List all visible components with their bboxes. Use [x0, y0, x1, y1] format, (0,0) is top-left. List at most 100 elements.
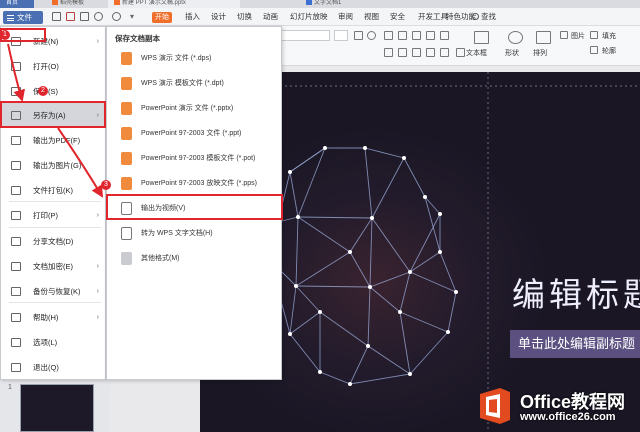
- text-direction-icon[interactable]: [456, 48, 465, 57]
- save-icon: [11, 87, 21, 96]
- submenu-item[interactable]: PowerPoint 演示 文件 (*.pptx): [107, 97, 281, 121]
- image-export-icon: [11, 161, 21, 170]
- chevron-right-icon: ›: [96, 314, 99, 321]
- tab-docer-templates[interactable]: 稻壳模板: [46, 0, 94, 8]
- docer-icon: [52, 0, 58, 5]
- line-spacing-icon[interactable]: [440, 31, 449, 40]
- font-size-field[interactable]: [334, 30, 348, 41]
- exit-icon: [11, 363, 21, 372]
- submenu-item[interactable]: WPS 演示 模板文件 (*.dpt): [107, 72, 281, 96]
- bullet-list-icon[interactable]: [384, 31, 393, 40]
- file-menu-item[interactable]: 打开(O): [1, 54, 105, 79]
- file-menu-item[interactable]: 文件打包(K) ›: [1, 178, 105, 203]
- file-menu-item-label: 帮助(H): [33, 313, 59, 322]
- fill-button[interactable]: 填充: [602, 31, 616, 41]
- file-menu-item[interactable]: 输出为图片(G): [1, 153, 105, 178]
- pdf-export-icon[interactable]: [66, 12, 75, 21]
- shape-button[interactable]: 形状: [505, 48, 519, 58]
- pdf-icon: [11, 136, 21, 145]
- indent-icon[interactable]: [412, 31, 421, 40]
- submenu-item[interactable]: PowerPoint 97-2003 放映文件 (*.pps): [107, 172, 281, 196]
- watermark-url: www.office26.com: [520, 411, 616, 423]
- clear-format-icon[interactable]: [367, 31, 376, 40]
- shape-icon[interactable]: [508, 31, 523, 44]
- fill-icon[interactable]: [590, 31, 598, 39]
- file-menu-item[interactable]: 退出(Q): [1, 355, 105, 380]
- submenu-item[interactable]: 转为 WPS 文字文档(H): [107, 222, 281, 246]
- tab-start[interactable]: 开始: [152, 12, 172, 23]
- numbered-list-icon[interactable]: [398, 31, 407, 40]
- align-right-icon[interactable]: [412, 48, 421, 57]
- file-menu-item[interactable]: 文档加密(E) ›: [1, 254, 105, 279]
- image-icon[interactable]: [560, 31, 568, 39]
- file-menu-item[interactable]: 备份与恢复(K) ›: [1, 279, 105, 304]
- print-icon[interactable]: [80, 12, 89, 21]
- tab-active-presentation[interactable]: 新建 PPT 演示文稿.pptx: [108, 0, 240, 8]
- file-menu-item-label: 选项(L): [33, 338, 58, 347]
- textbox-icon[interactable]: [474, 31, 489, 44]
- tab-slideshow[interactable]: 幻灯片放映: [290, 8, 328, 26]
- distribute-icon[interactable]: [440, 48, 449, 57]
- undo-icon[interactable]: [94, 12, 103, 21]
- tab-developer-tools[interactable]: 开发工具: [418, 8, 448, 26]
- file-menu-item[interactable]: 打印(P) ›: [1, 203, 105, 228]
- file-menu-item-label: 打印(P): [33, 211, 58, 220]
- file-menu-item-label: 备份与恢复(K): [33, 287, 81, 296]
- dpt-file-icon: [121, 77, 132, 90]
- chevron-down-icon[interactable]: ▾: [130, 12, 139, 21]
- submenu-item[interactable]: PowerPoint 97-2003 模板文件 (*.pot): [107, 147, 281, 171]
- file-menu-item-label: 输出为PDF(F): [33, 136, 81, 145]
- tab-security[interactable]: 安全: [390, 8, 405, 26]
- tab-transition[interactable]: 切换: [237, 8, 252, 26]
- presentation-icon: [114, 0, 120, 5]
- annotation-step-3: 3: [101, 180, 111, 190]
- file-menu-item[interactable]: 分享文档(D): [1, 229, 105, 254]
- outline-button[interactable]: 轮廓: [602, 46, 616, 56]
- slide-thumbnail[interactable]: [20, 384, 94, 432]
- office26-watermark: Office教程网 www.office26.com: [474, 384, 640, 430]
- textbox-button[interactable]: 文本框: [466, 48, 487, 58]
- open-folder-icon: [11, 62, 21, 71]
- chevron-right-icon: ›: [96, 212, 99, 219]
- outdent-icon[interactable]: [426, 31, 435, 40]
- file-menu-item[interactable]: 选项(L): [1, 330, 105, 355]
- submenu-item[interactable]: WPS 演示 文件 (*.dps): [107, 47, 281, 71]
- redo-icon[interactable]: [112, 12, 121, 21]
- annotation-box-export-video: [106, 194, 283, 220]
- tab-home[interactable]: 首页: [0, 0, 34, 8]
- submenu-item[interactable]: PowerPoint 97-2003 文件 (*.ppt): [107, 122, 281, 146]
- font-grow-icon[interactable]: [354, 31, 363, 40]
- file-menu-item-label: 分享文档(D): [33, 237, 74, 246]
- tab-review[interactable]: 审阅: [338, 8, 353, 26]
- package-icon: [11, 186, 21, 195]
- search-button[interactable]: 查找: [472, 8, 496, 26]
- font-name-field[interactable]: [280, 30, 330, 41]
- tab-writer-document[interactable]: 文字文档1: [300, 0, 380, 8]
- submenu-item-label: WPS 演示 文件 (*.dps): [141, 55, 212, 62]
- file-menu-button[interactable]: 文件: [3, 11, 43, 24]
- submenu-item[interactable]: 其他格式(M): [107, 247, 281, 271]
- align-left-icon[interactable]: [384, 48, 393, 57]
- tab-insert[interactable]: 插入: [185, 8, 200, 26]
- annotation-step-2: 2: [38, 86, 48, 96]
- tab-design[interactable]: 设计: [211, 8, 226, 26]
- justify-icon[interactable]: [426, 48, 435, 57]
- arrange-icon[interactable]: [536, 31, 551, 44]
- arrange-button[interactable]: 排列: [533, 48, 547, 58]
- save-icon[interactable]: [52, 12, 61, 21]
- tab-animation[interactable]: 动画: [263, 8, 278, 26]
- align-center-icon[interactable]: [398, 48, 407, 57]
- slide-subtitle-placeholder[interactable]: 单击此处编辑副标题: [510, 330, 640, 358]
- outline-icon[interactable]: [590, 46, 598, 54]
- slide-title-placeholder[interactable]: 编辑标题: [512, 268, 640, 316]
- encrypt-icon: [11, 262, 21, 271]
- file-menu-item-label: 打开(O): [33, 62, 59, 71]
- pps-file-icon: [121, 177, 132, 190]
- file-menu-item[interactable]: 帮助(H) ›: [1, 305, 105, 330]
- tab-view[interactable]: 视图: [364, 8, 379, 26]
- annotation-step-1: 1: [0, 30, 10, 40]
- image-button[interactable]: 图片: [571, 31, 585, 41]
- menu-divider: [9, 201, 101, 202]
- file-menu-item[interactable]: 输出为PDF(F): [1, 128, 105, 153]
- writer-icon: [306, 0, 312, 5]
